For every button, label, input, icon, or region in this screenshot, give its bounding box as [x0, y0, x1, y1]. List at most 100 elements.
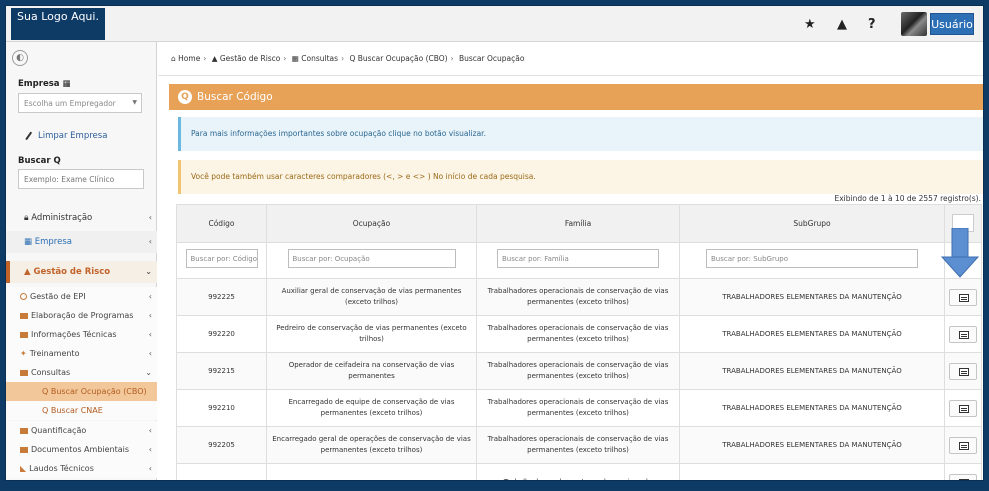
- book-icon: [20, 427, 28, 434]
- filter-codigo-input[interactable]: Buscar por: Código: [185, 249, 258, 268]
- warning-alert: Você pode também usar caracteres compara…: [178, 160, 983, 194]
- star-icon[interactable]: ★: [804, 17, 816, 32]
- view-button[interactable]: [949, 288, 977, 306]
- cell-familia: Trabalhadores operacionais de conservaçã…: [476, 389, 680, 427]
- cell-familia: Trabalhadores elementares de serviços de: [476, 463, 680, 480]
- submenu-buscar-ocupacao[interactable]: Q Buscar Ocupação (CBO): [6, 382, 157, 401]
- cell-codigo: 992205: [176, 426, 267, 464]
- cell-subgrupo: TRABALHADORES ELEMENTARES DA MANUTENÇÃO: [679, 352, 945, 390]
- filter-ocupacao-input[interactable]: Buscar por: Ocupação: [287, 249, 456, 268]
- chevron-left-icon: ‹: [148, 213, 152, 222]
- breadcrumb-buscar-ocupacao-cbo[interactable]: Buscar Ocupação (CBO): [358, 54, 448, 63]
- home-icon: ⌂: [171, 54, 176, 63]
- sidebar-search-input[interactable]: Exemplo: Exame Clínico: [18, 169, 144, 189]
- search-label: Buscar Q: [18, 156, 61, 166]
- sidebar: ◐ Empresa ▦ Escolha um Empregador ▼ Limp…: [6, 42, 157, 480]
- cell-familia: Trabalhadores operacionais de conservaçã…: [476, 352, 680, 390]
- submenu-quantificacao[interactable]: Quantificação ‹: [6, 421, 157, 440]
- down-arrow-icon: [940, 227, 980, 278]
- menu-gestao-de-risco[interactable]: ▲ Gestão de Risco ⌄: [6, 261, 157, 283]
- submenu-buscar-cnae[interactable]: Q Buscar CNAE: [6, 401, 157, 420]
- view-button[interactable]: [949, 325, 977, 343]
- search-icon: Q: [53, 156, 61, 166]
- menu-empresa[interactable]: ▦ Empresa ‹: [6, 231, 157, 253]
- occupation-table: Código Ocupação Família SubGrupo Buscar …: [176, 204, 982, 480]
- menu-administracao[interactable]: 🔒︎ Administração ‹: [6, 207, 157, 229]
- cell-codigo: 992210: [176, 389, 267, 427]
- table-row[interactable]: 992205 Encarregado geral de operações de…: [176, 426, 982, 464]
- book-icon: [20, 446, 28, 453]
- book-icon: [20, 312, 28, 319]
- submenu-treinamento[interactable]: ✦ Treinamento ‹: [6, 344, 157, 363]
- table-row[interactable]: 992210 Encarregado de equipe de conserva…: [176, 389, 982, 427]
- help-icon[interactable]: ?: [868, 17, 876, 32]
- view-button[interactable]: [949, 436, 977, 454]
- table-row[interactable]: Trabalhadores elementares de serviços de: [176, 463, 982, 480]
- chevron-down-icon: ⌄: [145, 368, 152, 377]
- breadcrumb: ⌂ Home › ▲ Gestão de Risco › ▦ Consultas › …: [158, 42, 983, 76]
- document-icon: [959, 478, 969, 480]
- chevron-left-icon: ‹: [148, 445, 152, 454]
- cell-familia: Trabalhadores operacionais de conservaçã…: [476, 278, 680, 316]
- back-icon[interactable]: ◐: [12, 50, 28, 66]
- col-header-familia[interactable]: Família: [476, 204, 680, 243]
- gavel-icon: ◣: [20, 464, 27, 473]
- table-row[interactable]: 992215 Operador de ceifadeira na conserv…: [176, 352, 982, 390]
- lock-icon: 🔒︎: [24, 213, 29, 223]
- col-header-codigo[interactable]: Código: [176, 204, 267, 243]
- submenu-documentos-ambientais[interactable]: Documentos Ambientais ‹: [6, 440, 157, 459]
- table-row[interactable]: 992225 Auxiliar geral de conservação de …: [176, 278, 982, 316]
- document-icon: [959, 293, 969, 302]
- table-header-row: Código Ocupação Família SubGrupo: [176, 204, 982, 243]
- breadcrumb-gestao-risco[interactable]: Gestão de Risco: [220, 54, 281, 63]
- breadcrumb-current: Buscar Ocupação: [458, 54, 525, 63]
- document-icon: [959, 441, 969, 450]
- cell-codigo: 992220: [176, 315, 267, 353]
- submenu-informacoes-tecnicas[interactable]: Informações Técnicas ‹: [6, 325, 157, 344]
- cell-subgrupo: TRABALHADORES ELEMENTARES DA MANUTENÇÃO: [679, 278, 945, 316]
- view-button[interactable]: [949, 362, 977, 380]
- empresa-label: Empresa ▦: [18, 79, 71, 89]
- panel-title: Buscar Código: [197, 91, 273, 103]
- submenu-elaboracao-programas[interactable]: Elaboração de Programas ‹: [6, 306, 157, 325]
- filter-familia-input[interactable]: Buscar por: Família: [497, 249, 659, 268]
- chevron-down-icon: ▼: [132, 99, 137, 106]
- filter-row: Buscar por: Código Buscar por: Ocupação …: [176, 242, 982, 279]
- avatar[interactable]: [901, 12, 927, 36]
- table-icon: ▦: [291, 54, 299, 63]
- cell-codigo: 992215: [176, 352, 267, 390]
- search-icon: Q: [42, 406, 51, 415]
- col-header-subgrupo[interactable]: SubGrupo: [679, 204, 945, 243]
- table-row[interactable]: 992220 Pedreiro de conservação de vias p…: [176, 315, 982, 353]
- warning-icon: ▲: [211, 54, 218, 63]
- view-button[interactable]: [949, 473, 977, 480]
- submenu-gestao-epi[interactable]: Gestão de EPI ‹: [6, 287, 157, 306]
- cell-subgrupo: TRABALHADORES ELEMENTARES DA MANUTENÇÃO: [679, 315, 945, 353]
- chevron-left-icon: ‹: [148, 349, 152, 358]
- info-alert: Para mais informações importantes sobre …: [178, 117, 983, 151]
- clear-company-link[interactable]: Limpar Empresa: [24, 131, 107, 141]
- chevron-left-icon: ‹: [148, 292, 152, 301]
- table-icon: [20, 369, 28, 376]
- cell-ocupacao: Encarregado geral de operações de conser…: [266, 426, 477, 464]
- warning-icon[interactable]: ▲: [837, 17, 847, 32]
- user-menu-button[interactable]: Usuário: [930, 13, 974, 35]
- submenu-consultas[interactable]: Consultas ⌄: [6, 363, 157, 382]
- chevron-left-icon: ‹: [148, 237, 152, 246]
- breadcrumb-home[interactable]: Home: [178, 54, 200, 63]
- panel-header: Q Buscar Código: [169, 84, 983, 110]
- cell-codigo: 992225: [176, 278, 267, 316]
- empresa-select[interactable]: Escolha um Empregador ▼: [18, 93, 142, 113]
- headset-icon: [20, 293, 27, 300]
- search-icon: Q: [178, 90, 192, 104]
- cell-subgrupo: [679, 463, 945, 480]
- view-button[interactable]: [949, 399, 977, 417]
- filter-subgrupo-input[interactable]: Buscar por: SubGrupo: [706, 249, 918, 268]
- submenu-laudos-tecnicos[interactable]: ◣ Laudos Técnicos ‹: [6, 459, 157, 478]
- document-icon: [959, 330, 969, 339]
- breadcrumb-consultas[interactable]: Consultas: [301, 54, 338, 63]
- cell-ocupacao: [266, 463, 477, 480]
- search-icon: Q: [42, 387, 51, 396]
- col-header-ocupacao[interactable]: Ocupação: [266, 204, 477, 243]
- logo[interactable]: Sua Logo Aqui.: [11, 8, 105, 40]
